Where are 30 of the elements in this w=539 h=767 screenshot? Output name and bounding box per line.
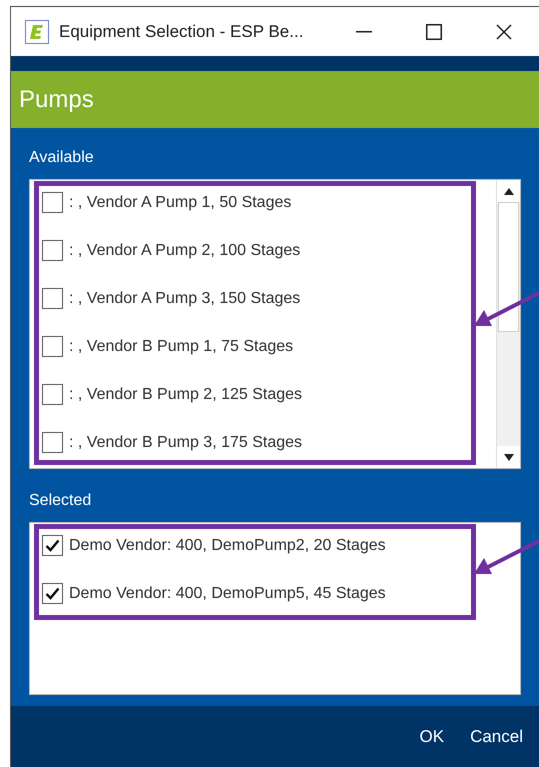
minimize-icon <box>356 30 372 32</box>
checkbox[interactable] <box>42 240 63 261</box>
scroll-down-icon[interactable] <box>497 446 520 468</box>
dialog-button[interactable]: Cancel <box>464 720 529 754</box>
checkbox[interactable] <box>42 432 63 453</box>
list-item-label[interactable]: Demo Vendor: 400, DemoPump5, 45 Stages <box>69 582 386 606</box>
close-icon <box>496 24 512 40</box>
section-label: Selected <box>29 491 92 511</box>
list-item-label[interactable]: : , Vendor A Pump 2, 100 Stages <box>69 238 300 262</box>
header-title: Pumps <box>19 84 94 114</box>
list-item-label[interactable]: : , Vendor B Pump 1, 75 Stages <box>69 334 294 358</box>
window-title: Equipment Selection - ESP Be... <box>59 20 304 43</box>
checkbox[interactable] <box>42 535 63 556</box>
checkbox[interactable] <box>42 288 63 309</box>
list-item-label[interactable]: : , Vendor A Pump 1, 50 Stages <box>69 190 292 214</box>
scroll-up-icon[interactable] <box>497 180 520 202</box>
list-item-label[interactable]: : , Vendor A Pump 3, 150 Stages <box>69 286 300 310</box>
list-item-label[interactable]: : , Vendor B Pump 2, 125 Stages <box>69 382 302 406</box>
dialog-button[interactable]: OK <box>414 720 450 754</box>
scrollbar-thumb[interactable] <box>498 202 519 332</box>
scrollbar[interactable] <box>496 180 520 468</box>
checkbox[interactable] <box>42 384 63 405</box>
checkbox[interactable] <box>42 192 63 213</box>
app-icon <box>25 20 49 44</box>
maximize-icon <box>426 24 442 40</box>
list-item-label[interactable]: Demo Vendor: 400, DemoPump2, 20 Stages <box>69 534 386 558</box>
checkbox[interactable] <box>42 336 63 357</box>
list-item-label[interactable]: : , Vendor B Pump 3, 175 Stages <box>69 430 302 454</box>
checkbox[interactable] <box>42 583 63 604</box>
section-label: Available <box>29 148 95 168</box>
